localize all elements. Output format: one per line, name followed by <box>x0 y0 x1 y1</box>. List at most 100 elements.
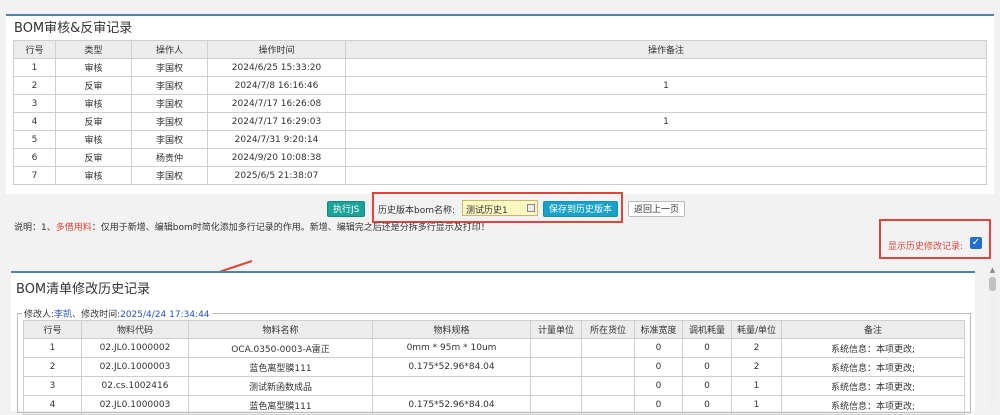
audit-column-header: 操作备注 <box>345 40 987 59</box>
history-table-cell <box>581 338 635 358</box>
history-table-cell <box>530 338 582 358</box>
audit-table-row: 7 审核 李国权 2025/6/5 21:38:07 <box>13 166 987 185</box>
history-table-cell <box>372 376 531 396</box>
history-table-cell: 0mm * 95m * 10um <box>372 338 531 358</box>
scrollbar-thumb[interactable] <box>989 277 996 291</box>
history-column-header: 行号 <box>23 320 82 339</box>
history-column-header: 物料代码 <box>81 320 189 339</box>
history-table-cell <box>530 376 582 396</box>
history-table-cell: 0 <box>682 376 732 396</box>
history-table-cell: 测试新函数成品 <box>188 376 373 396</box>
history-table-cell <box>581 395 635 415</box>
history-table-row: 1 02.JL0.1000002 OCA.0350-0003-A雷正 0mm * 95… <box>23 338 965 358</box>
history-table-row: 3 02.cs.1002416 测试新函数成品 0 0 1 系统信息：本项更改; <box>23 376 965 396</box>
save-history-button[interactable]: 保存到历史版本 <box>543 201 619 217</box>
audit-table-cell: 2 <box>13 76 56 95</box>
history-panel: BOM清单修改历史记录 修改人:李凯、修改时间:2025/4/24 17:34:… <box>11 271 975 415</box>
audit-table-cell: 2024/9/20 10:08:38 <box>207 148 346 167</box>
usage-note: 说明：1、多借用料：仅用于新增、编辑bom时简化添加多行记录的作用。新增、编辑完… <box>14 223 490 233</box>
history-table-cell: 1 <box>731 376 782 396</box>
audit-table-cell: 反审 <box>55 112 132 131</box>
back-button[interactable]: 返回上一页 <box>628 201 686 217</box>
history-table-cell: 0 <box>682 357 732 377</box>
history-column-header: 标准宽度 <box>634 320 683 339</box>
history-table: 行号 物料代码 物料名称 物料规格 计量单位 所在货位 标准宽度 调机耗量 耗量/单位 备注 10… <box>23 320 965 415</box>
audit-table-cell: 李国权 <box>131 166 208 185</box>
audit-table-cell: 7 <box>13 166 56 185</box>
history-table-row: 2 02.JL0.1000003 蓝色离型膜111 0.175*52.96*84.04… <box>23 357 965 377</box>
audit-table-row: 4 反审 李国权 2024/7/17 16:29:03 1 <box>13 112 987 131</box>
audit-table-cell: 李国权 <box>131 76 208 95</box>
audit-table-cell <box>345 58 987 77</box>
calendar-icon <box>527 204 535 212</box>
history-table-cell: OCA.0350-0003-A雷正 <box>188 338 373 358</box>
history-column-header: 耗量/单位 <box>731 320 782 339</box>
history-table-cell <box>530 395 582 415</box>
audit-table-cell <box>345 148 987 167</box>
history-table-cell: 0 <box>634 395 683 415</box>
history-name-label: 历史版本bom名称: <box>378 206 456 216</box>
history-name-input[interactable]: 测试历史1 <box>462 200 538 216</box>
history-table-cell: 1 <box>731 395 782 415</box>
history-column-header: 物料名称 <box>188 320 373 339</box>
audit-table-row: 1 审核 李国权 2024/6/25 15:33:20 <box>13 58 987 77</box>
history-table-cell: 0.175*52.96*84.04 <box>372 395 531 415</box>
history-column-header: 备注 <box>781 320 965 339</box>
history-table-cell: 2 <box>731 357 782 377</box>
audit-table-cell <box>345 94 987 113</box>
audit-table-cell: 4 <box>13 112 56 131</box>
history-column-header: 调机耗量 <box>682 320 732 339</box>
audit-panel: BOM审核&反审记录 行号 类型 操作人 操作时间 操作备注 1 审核 李国权 2024/6/… <box>6 14 994 194</box>
modified-time: 2025/4/24 17:34:44 <box>120 310 210 320</box>
history-table-cell <box>581 357 635 377</box>
show-history-checkbox[interactable]: ✓ <box>970 237 982 249</box>
history-table-cell <box>581 376 635 396</box>
page-scrollbar[interactable]: ▲ <box>987 265 998 406</box>
audit-table-cell: 2024/7/31 9:20:14 <box>207 130 346 149</box>
audit-table-cell: 李国权 <box>131 58 208 77</box>
audit-table-cell: 5 <box>13 130 56 149</box>
history-table-cell: 0 <box>634 338 683 358</box>
history-table-cell: 02.cs.1002416 <box>81 376 189 396</box>
history-table-cell: 2 <box>731 338 782 358</box>
history-table-cell: 02.JL0.1000002 <box>81 338 189 358</box>
history-table-cell: 系统信息：本项更改; <box>781 376 965 396</box>
audit-table-cell: 杨贵仲 <box>131 148 208 167</box>
audit-column-header: 类型 <box>55 40 132 59</box>
audit-column-header: 操作时间 <box>207 40 346 59</box>
history-table-cell: 0 <box>634 357 683 377</box>
history-table-cell: 02.JL0.1000003 <box>81 395 189 415</box>
exec-js-button[interactable]: 执行JS <box>327 201 366 217</box>
history-fieldset: 修改人:李凯、修改时间:2025/4/24 17:34:44 行号 物料代码 物料名… <box>17 307 971 415</box>
audit-table-cell: 2024/7/8 16:16:46 <box>207 76 346 95</box>
history-table-cell: 2 <box>23 357 82 377</box>
history-table-cell: 1 <box>23 338 82 358</box>
audit-table-cell: 2025/6/5 21:38:07 <box>207 166 346 185</box>
audit-table-row: 5 审核 李国权 2024/7/31 9:20:14 <box>13 130 987 149</box>
history-name-value: 测试历史1 <box>466 206 508 216</box>
audit-table-cell: 审核 <box>55 94 132 113</box>
history-table-cell: 0 <box>634 376 683 396</box>
audit-table-cell: 3 <box>13 94 56 113</box>
audit-column-header: 行号 <box>13 40 56 59</box>
audit-table-row: 3 审核 李国权 2024/7/17 16:26:08 <box>13 94 987 113</box>
history-table-row: 4 02.JL0.1000003 蓝色离型膜111 0.175*52.96*84.04… <box>23 395 965 415</box>
audit-table-row: 6 反审 杨贵仲 2024/9/20 10:08:38 <box>13 148 987 167</box>
history-table-cell: 系统信息：本项更改; <box>781 357 965 377</box>
history-table-cell: 系统信息：本项更改; <box>781 338 965 358</box>
audit-table-cell: 审核 <box>55 166 132 185</box>
audit-table-cell: 6 <box>13 148 56 167</box>
audit-table-cell: 审核 <box>55 58 132 77</box>
audit-table-cell <box>345 130 987 149</box>
history-table-cell: 蓝色离型膜111 <box>188 357 373 377</box>
audit-table-cell: 反审 <box>55 76 132 95</box>
history-table-cell: 蓝色离型膜111 <box>188 395 373 415</box>
audit-table-cell: 2024/7/17 16:26:08 <box>207 94 346 113</box>
audit-table-cell: 1 <box>345 76 987 95</box>
note-highlight: 多借用料 <box>55 223 92 233</box>
history-table-cell: 0 <box>682 338 732 358</box>
audit-table-cell: 审核 <box>55 130 132 149</box>
history-table-cell: 0.175*52.96*84.04 <box>372 357 531 377</box>
history-legend: 修改人:李凯、修改时间:2025/4/24 17:34:44 <box>22 307 212 320</box>
scroll-up-icon[interactable]: ▲ <box>987 265 998 275</box>
